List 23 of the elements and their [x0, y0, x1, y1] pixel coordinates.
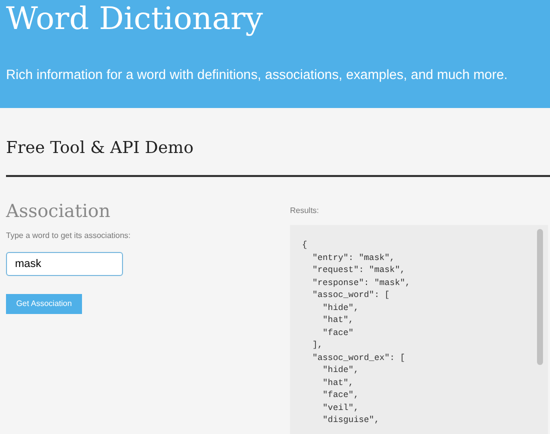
code-line: "response": "mask", [311, 276, 410, 289]
code-line: "hat", [322, 314, 354, 326]
page-subtitle: Rich information for a word with definitions, associations, examples, and much more. [6, 66, 508, 84]
code-line: "face", [322, 389, 359, 402]
code-line: ], [311, 339, 323, 352]
scrollbar-thumb[interactable] [537, 229, 543, 365]
section-title: Free Tool & API Demo [5, 137, 194, 158]
code-line: "hide", [322, 364, 359, 376]
code-line: "hide", [322, 302, 359, 314]
form-hint: Type a word to get its associations: [6, 230, 131, 242]
code-line: "disguise", [322, 414, 380, 426]
page-title: Word Dictionary [6, 0, 263, 38]
code-line: "veil", [322, 402, 359, 414]
code-line: "face" [322, 326, 354, 339]
code-line: "request": "mask", [311, 264, 406, 276]
code-line: "entry": "mask", [311, 252, 395, 264]
word-input-field[interactable]: mask [6, 252, 123, 276]
code-line: "assoc_word": [ [311, 289, 390, 302]
code-line: { [302, 239, 308, 252]
form-heading: Association [6, 201, 110, 223]
code-line: "assoc_word_ex": [ [311, 352, 406, 364]
results-label: Results: [290, 205, 319, 217]
code-line: "hat", [322, 376, 354, 389]
